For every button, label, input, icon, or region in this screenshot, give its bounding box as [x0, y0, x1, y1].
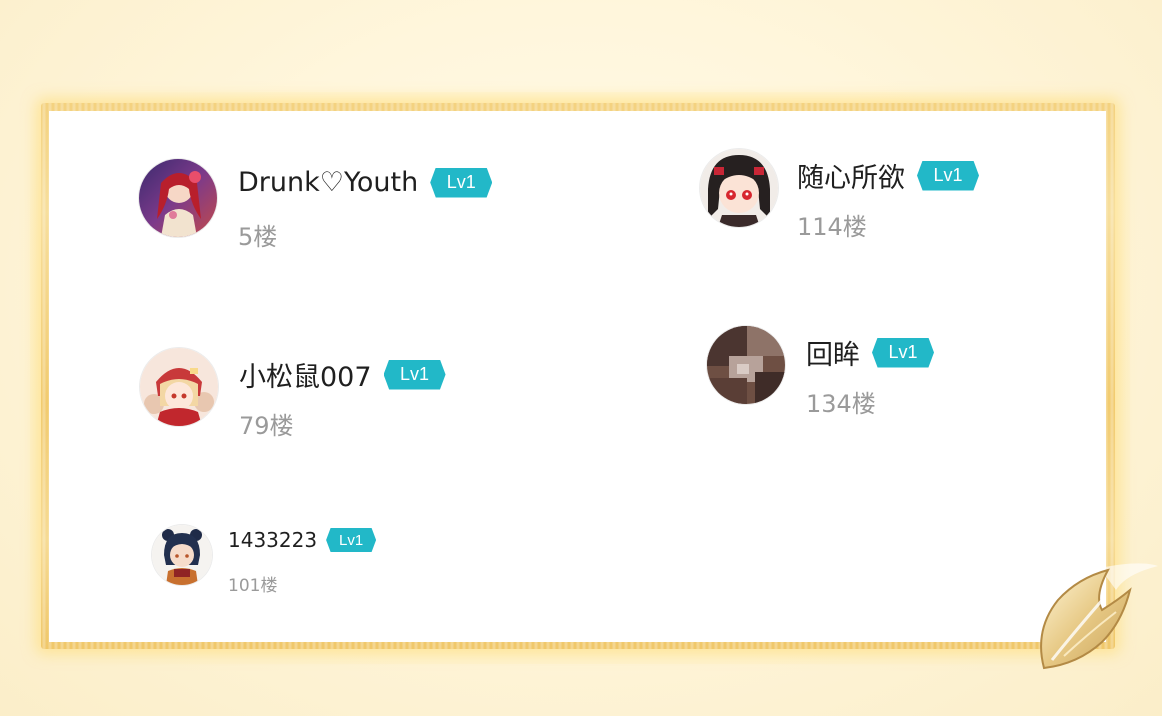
user-avatar[interactable] [139, 159, 217, 237]
user-avatar[interactable] [152, 525, 212, 585]
avatar-xiangling-icon [152, 525, 212, 585]
floor-number: 79楼 [239, 412, 294, 440]
floor-number: 134楼 [806, 390, 876, 418]
user-name[interactable]: 回眸 [806, 333, 860, 372]
user-name[interactable]: 随心所欲 [797, 156, 905, 195]
level-badge: Lv1 [872, 337, 934, 368]
floor-number: 5楼 [238, 223, 278, 251]
avatar-chibi-black-hair-icon [700, 149, 778, 227]
level-badge: Lv1 [326, 528, 377, 552]
avatar-red-hair-girl-icon [139, 159, 217, 237]
user-avatar[interactable] [140, 348, 218, 426]
level-badge: Lv1 [383, 359, 446, 390]
user-avatar[interactable] [700, 149, 778, 227]
floor-number: 101楼 [228, 576, 278, 596]
user-avatar[interactable] [707, 326, 785, 404]
level-badge: Lv1 [430, 167, 493, 198]
winners-card: Drunk♡Youth Lv1 5楼 随心所欲 Lv1 114楼 小松鼠007 … [49, 111, 1106, 642]
feather-ornament-icon [1040, 563, 1158, 670]
user-name[interactable]: 1433223 [228, 528, 317, 552]
avatar-blurred-photo-icon [707, 326, 785, 404]
floor-number: 114楼 [797, 213, 867, 241]
level-badge: Lv1 [917, 160, 979, 191]
avatar-klee-icon [140, 348, 218, 426]
user-name[interactable]: Drunk♡Youth [238, 167, 418, 198]
user-name[interactable]: 小松鼠007 [239, 355, 372, 394]
